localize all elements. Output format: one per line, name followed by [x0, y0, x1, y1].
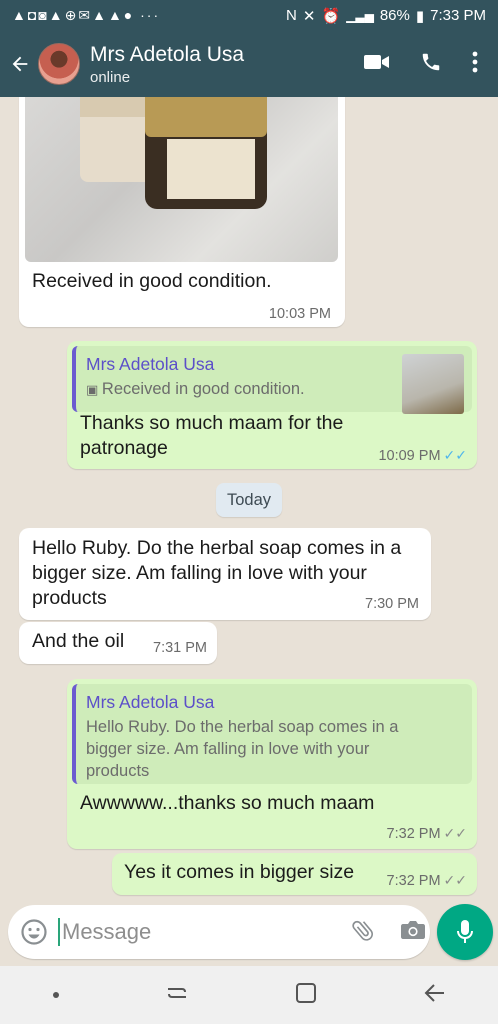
- camera-icon[interactable]: [400, 919, 426, 946]
- message-time: 10:03 PM: [268, 306, 331, 322]
- battery-icon: ▮: [415, 7, 425, 25]
- time-value: 7:32 PM: [386, 873, 441, 889]
- message-text: Yes it comes in bigger size: [124, 861, 355, 883]
- voice-record-button[interactable]: [437, 904, 493, 960]
- video-call-icon[interactable]: [364, 53, 390, 76]
- avatar[interactable]: [38, 43, 80, 85]
- time-value: 10:09 PM: [378, 448, 441, 464]
- contact-info[interactable]: Mrs Adetola Usa online: [90, 43, 364, 86]
- more-vert-icon[interactable]: [472, 51, 478, 78]
- battery-percent: 86%: [379, 7, 410, 24]
- quoted-text-value: Received in good condition.: [101, 380, 305, 398]
- quoted-message[interactable]: Mrs Adetola Usa ▣ Received in good condi…: [72, 346, 472, 414]
- quoted-thumbnail: [402, 354, 464, 414]
- incoming-message[interactable]: Hello Ruby. Do the herbal soap comes in …: [19, 528, 431, 620]
- delivered-ticks-icon: ✓✓: [443, 825, 467, 841]
- alarm-icon: ⏰: [321, 7, 341, 25]
- system-nav-bar: [0, 966, 498, 1024]
- message-time: 10:09 PM ✓✓: [378, 447, 467, 464]
- signal-icon: ▁▃▅: [346, 8, 374, 23]
- back-arrow-icon[interactable]: [2, 53, 38, 75]
- read-ticks-icon: ✓✓: [443, 447, 467, 463]
- message-input[interactable]: [58, 918, 350, 946]
- status-bar: ▲◘◙▲⊕✉▲▲● ··· N ✕ ⏰ ▁▃▅ 86% ▮ 7:33 PM: [0, 0, 498, 31]
- chat-header: Mrs Adetola Usa online: [0, 31, 498, 97]
- photo-icon: ▣: [86, 382, 102, 397]
- quoted-text: Hello Ruby. Do the herbal soap comes in …: [86, 718, 399, 780]
- message-time: 7:31 PM: [153, 640, 207, 656]
- outgoing-message[interactable]: Mrs Adetola Usa ▣ Received in good condi…: [67, 341, 477, 469]
- outgoing-message[interactable]: Mrs Adetola Usa Hello Ruby. Do the herba…: [67, 679, 477, 849]
- message-text: Awwwww...thanks so much maam: [80, 792, 375, 814]
- time-value: 7:32 PM: [386, 826, 441, 842]
- contact-status: online: [90, 68, 131, 86]
- date-separator: Today: [216, 483, 282, 517]
- image-message[interactable]: Received in good condition. 10:03 PM: [19, 97, 345, 327]
- attach-icon[interactable]: [350, 917, 376, 948]
- product-photo[interactable]: [25, 97, 338, 262]
- message-text: Hello Ruby. Do the herbal soap comes in …: [32, 537, 402, 609]
- quoted-author: Mrs Adetola Usa: [86, 692, 215, 712]
- mic-icon: [457, 920, 473, 943]
- message-time: 7:30 PM: [365, 596, 419, 612]
- contact-name: Mrs Adetola Usa: [90, 42, 245, 66]
- jar-label: [167, 139, 255, 199]
- emoji-icon[interactable]: [20, 918, 48, 946]
- system-status: N ✕ ⏰ ▁▃▅ 86% ▮ 7:33 PM: [286, 7, 486, 25]
- nav-dot-icon[interactable]: [52, 986, 60, 1004]
- message-time: 7:32 PM ✓✓: [387, 825, 467, 842]
- nfc-icon: N: [286, 7, 297, 24]
- compose-bar: [8, 905, 430, 959]
- delivered-ticks-icon: ✓✓: [443, 872, 467, 888]
- message-text: And the oil: [32, 630, 125, 652]
- back-nav-icon[interactable]: [422, 982, 446, 1009]
- message-text: Thanks so much maam for the patronage: [80, 412, 344, 459]
- notification-icons: ▲◘◙▲⊕✉▲▲● ···: [12, 7, 161, 23]
- incoming-message[interactable]: And the oil 7:31 PM: [19, 622, 217, 664]
- message-time: 7:32 PM ✓✓: [387, 872, 467, 889]
- clock: 7:33 PM: [430, 7, 486, 24]
- message-list[interactable]: Received in good condition. 10:03 PM Mrs…: [0, 97, 498, 903]
- jar-lid: [145, 97, 267, 137]
- home-icon[interactable]: [294, 981, 318, 1010]
- recents-icon[interactable]: [164, 982, 190, 1009]
- phone-icon[interactable]: [420, 51, 442, 78]
- image-caption: Received in good condition.: [32, 270, 272, 292]
- mute-icon: ✕: [302, 7, 316, 25]
- quoted-message[interactable]: Mrs Adetola Usa Hello Ruby. Do the herba…: [72, 684, 472, 784]
- outgoing-message[interactable]: Yes it comes in bigger size 7:32 PM ✓✓: [112, 853, 477, 895]
